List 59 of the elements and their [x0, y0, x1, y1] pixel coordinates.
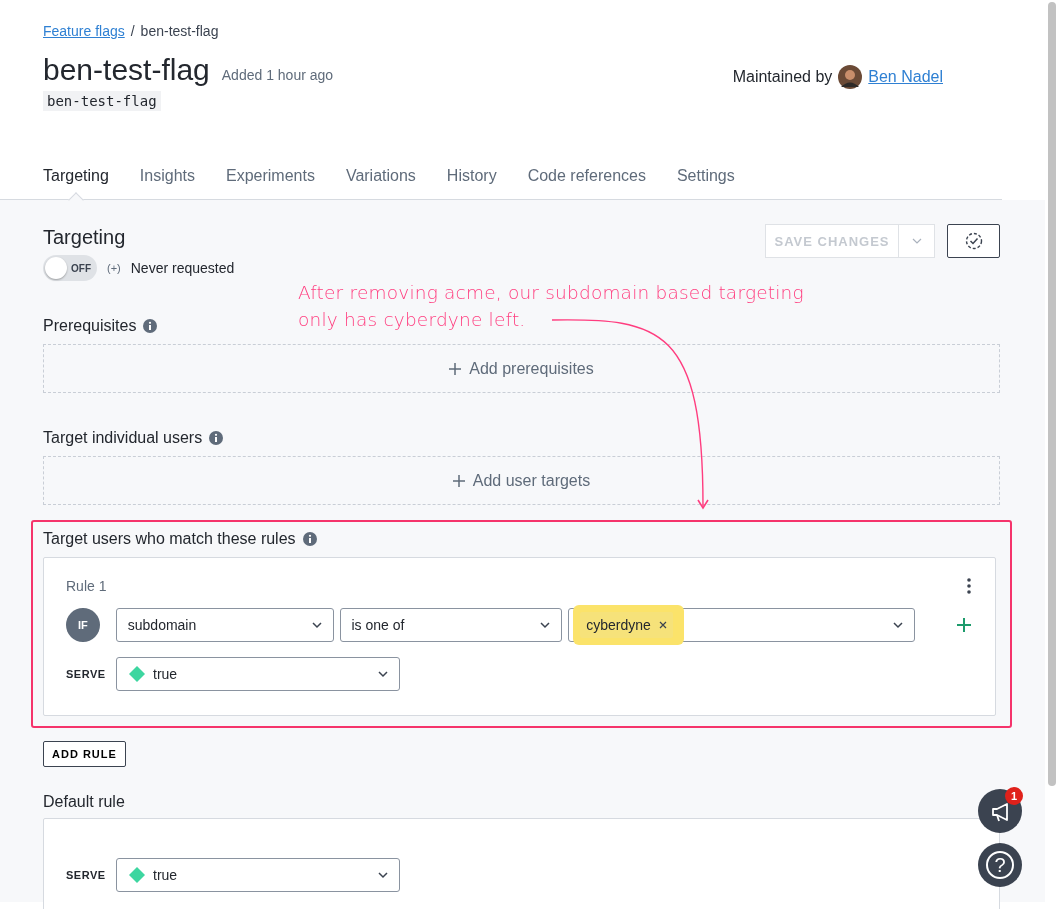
- breadcrumb-link[interactable]: Feature flags: [43, 23, 125, 39]
- info-icon: [209, 431, 224, 445]
- tab[interactable]: Experiments: [225, 167, 315, 199]
- caret-icon: [910, 237, 923, 245]
- maintainer-link[interactable]: Ben Nadel: [868, 68, 943, 86]
- tab[interactable]: Settings: [676, 167, 735, 199]
- rule-label: Rule 1: [66, 578, 107, 594]
- flag-key: ben-test-flag: [43, 91, 161, 111]
- annotation-text: After removing acme, our subdomain based targeting only has cyberdyne left.: [298, 281, 804, 332]
- review-button[interactable]: [947, 224, 1000, 258]
- section-label: Target users who match these rules: [43, 530, 296, 548]
- status-text: Never requested: [130, 260, 235, 276]
- caret-icon: [377, 871, 389, 879]
- variation-icon: [129, 867, 145, 883]
- tab[interactable]: Code references: [527, 167, 646, 199]
- flag-title: ben-test-flag: [43, 53, 210, 87]
- value-chip[interactable]: cyberdyne: [580, 612, 673, 638]
- serve-label: SERVE: [66, 668, 104, 680]
- megaphone-icon: [990, 800, 1010, 822]
- caret-icon: [310, 621, 323, 629]
- breadcrumb-separator: /: [130, 23, 135, 39]
- add-prerequisites-button[interactable]: Add prerequisites: [43, 344, 1000, 393]
- info-icon: [302, 532, 317, 546]
- avatar-icon: [838, 65, 863, 89]
- caret-icon: [892, 621, 904, 629]
- attribute-select[interactable]: subdomain: [115, 608, 334, 642]
- add-user-targets-button[interactable]: Add user targets: [43, 456, 1000, 505]
- variation-icon: [129, 666, 145, 682]
- tab[interactable]: History: [446, 167, 497, 199]
- check-circle-icon: [964, 232, 983, 250]
- section-label: Prerequisites: [43, 317, 137, 335]
- values-select[interactable]: cyberdyne: [568, 608, 915, 642]
- variation-select[interactable]: true: [116, 858, 400, 892]
- variation-select[interactable]: true: [116, 657, 400, 691]
- tab[interactable]: Variations: [345, 167, 416, 199]
- remove-icon: [658, 621, 667, 629]
- added-time: Added 1 hour ago: [221, 67, 334, 83]
- serve-label: SERVE: [66, 869, 104, 881]
- add-clause-button[interactable]: [957, 618, 971, 632]
- scrollbar[interactable]: [1048, 2, 1056, 786]
- toggle-switch[interactable]: OFF: [43, 255, 97, 281]
- status-mark: (+): [107, 262, 121, 274]
- caret-icon: [539, 621, 552, 629]
- if-badge: IF: [66, 608, 100, 642]
- maintainer-label: Maintained by: [732, 68, 833, 86]
- caret-icon: [377, 670, 389, 678]
- section-label: Default rule: [43, 793, 125, 811]
- plus-icon: [452, 474, 465, 487]
- operator-select[interactable]: is one of: [339, 608, 563, 642]
- add-rule-button[interactable]: ADD RULE: [43, 741, 126, 767]
- plus-icon: [957, 618, 971, 632]
- more-icon: [967, 578, 971, 594]
- plus-icon: [449, 362, 462, 375]
- notification-badge: 1: [1005, 787, 1023, 805]
- info-icon: [143, 319, 158, 333]
- section-title: Targeting: [43, 226, 127, 249]
- breadcrumb-current: ben-test-flag: [140, 23, 219, 39]
- tab[interactable]: Insights: [139, 167, 195, 199]
- section-label: Target individual users: [43, 429, 203, 447]
